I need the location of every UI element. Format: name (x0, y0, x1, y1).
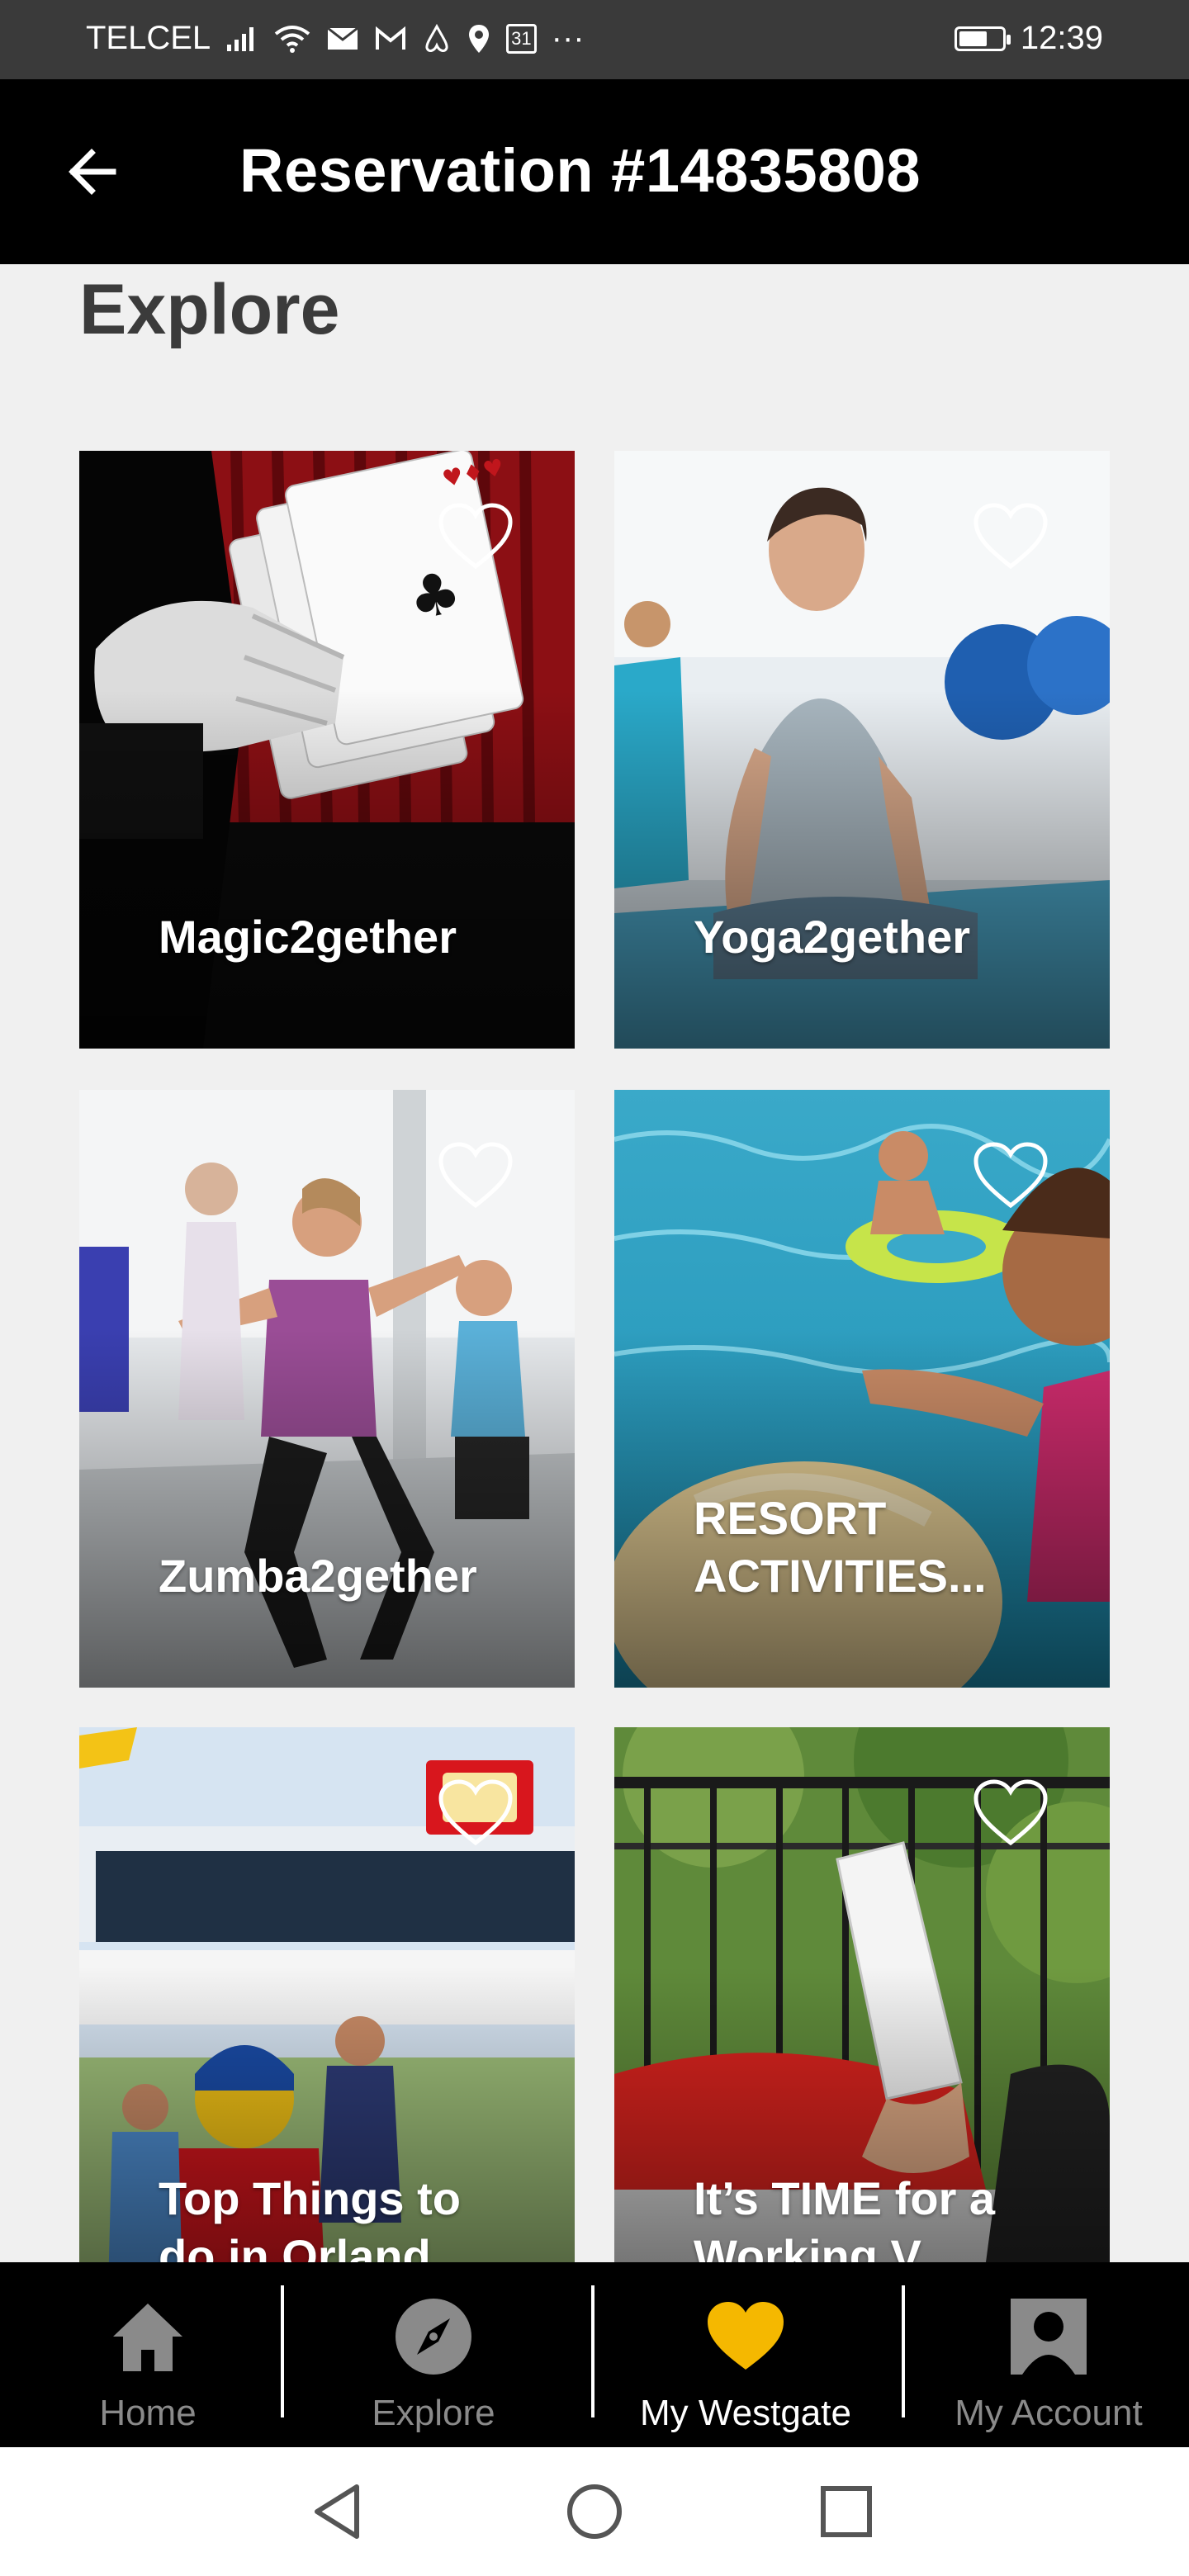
wifi-icon (274, 25, 310, 53)
clock: 12:39 (1020, 20, 1103, 56)
system-nav (0, 2447, 1189, 2576)
mail-icon (327, 26, 359, 50)
card-gradient (79, 1328, 575, 1688)
nav-label: My Westgate (640, 2393, 851, 2433)
explore-card-resort-activities[interactable]: RESORT ACTIVITIES... (614, 1090, 1110, 1688)
nav-label: Home (99, 2393, 197, 2433)
home-icon (113, 2304, 182, 2371)
heart-outline-icon[interactable] (436, 1777, 515, 1848)
battery-icon (954, 26, 1011, 51)
explore-card-top-things[interactable]: Top Things to do in Orland... (79, 1727, 575, 2262)
status-left: TELCEL 31 ··· (86, 20, 585, 57)
card-title: Yoga2gether (694, 911, 971, 963)
back-triangle-icon[interactable] (306, 2479, 372, 2545)
airbnb-icon (425, 23, 448, 52)
status-bar: TELCEL 31 ··· 12:39 (0, 0, 1189, 79)
explore-card-working-vacation[interactable]: It’s TIME for a Working V... (614, 1727, 1110, 2262)
explore-content[interactable]: Explore ♣ ♥♦♥ Magic2gether Yoga2gether Z… (0, 264, 1189, 2262)
status-right: 12:39 (954, 20, 1103, 57)
carrier-label: TELCEL (86, 20, 211, 56)
account-icon (1011, 2299, 1087, 2375)
card-title: Zumba2gether (159, 1550, 477, 1602)
nav-divider (281, 2285, 284, 2417)
back-button[interactable] (58, 137, 127, 206)
card-title: It’s TIME for a Working V... (694, 2172, 996, 2262)
nav-divider (902, 2285, 905, 2417)
signal-icon (227, 26, 254, 51)
explore-card-zumba[interactable]: Zumba2gether (79, 1090, 575, 1688)
explore-card-magic[interactable]: ♣ ♥♦♥ Magic2gether (79, 451, 575, 1049)
card-title: Magic2gether (159, 911, 457, 963)
recents-square-icon[interactable] (813, 2479, 879, 2545)
overflow-dots: ··· (551, 20, 585, 56)
nav-label: Explore (372, 2393, 495, 2433)
nav-explore[interactable]: Explore (286, 2262, 581, 2447)
section-heading: Explore (79, 270, 340, 349)
card-gradient (79, 689, 575, 1049)
heart-outline-icon[interactable] (971, 1777, 1050, 1848)
app-bar: Reservation #14835808 (0, 79, 1189, 264)
explore-card-yoga[interactable]: Yoga2gether (614, 451, 1110, 1049)
compass-icon (396, 2299, 471, 2375)
card-title: Top Things to do in Orland... (159, 2172, 470, 2262)
heart-outline-icon[interactable] (971, 500, 1050, 571)
nav-divider (591, 2285, 594, 2417)
heart-outline-icon[interactable] (971, 1139, 1050, 1210)
heart-filled-icon (708, 2302, 784, 2370)
home-circle-icon[interactable] (561, 2479, 628, 2545)
card-title: RESORT ACTIVITIES... (694, 1492, 987, 1602)
bottom-nav: Home Explore My Westgate My Account (0, 2262, 1189, 2447)
card-gradient (614, 689, 1110, 1049)
nav-home[interactable]: Home (0, 2262, 296, 2447)
calendar-icon: 31 (506, 23, 537, 54)
nav-my-westgate[interactable]: My Westgate (598, 2262, 893, 2447)
nav-label: My Account (955, 2393, 1143, 2433)
page-title: Reservation #14835808 (239, 136, 921, 205)
gmail-icon (376, 26, 406, 50)
heart-outline-icon[interactable] (436, 500, 515, 571)
location-pin-icon (469, 24, 490, 53)
nav-my-account[interactable]: My Account (908, 2262, 1189, 2447)
heart-outline-icon[interactable] (436, 1139, 515, 1210)
arrow-left-icon (69, 149, 116, 195)
